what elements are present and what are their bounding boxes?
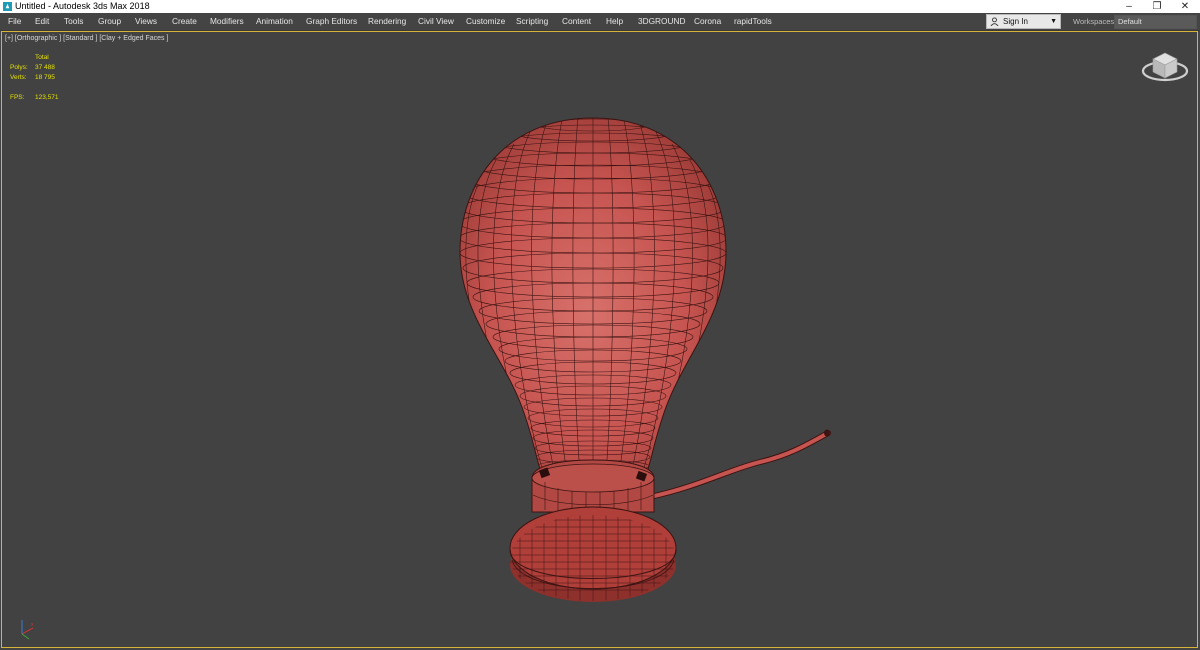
stats-fps-value: 123,571: [35, 94, 59, 101]
bulb-base: [509, 506, 677, 602]
axis-gizmo: x: [21, 620, 34, 640]
power-cord: [647, 429, 831, 500]
stats-verts-label: Verts:: [10, 74, 27, 81]
stats-polys-label: Polys:: [10, 64, 28, 71]
stats-total-header: Total: [35, 54, 49, 61]
stats-polys-value: 37 488: [35, 64, 55, 71]
viewcube[interactable]: [1141, 52, 1189, 82]
stats-verts-value: 18 795: [35, 74, 55, 81]
svg-text:x: x: [31, 622, 34, 628]
bulb-body: [459, 117, 727, 473]
bulb-socket: [531, 459, 655, 513]
scene-render: x: [21, 52, 1189, 640]
stats-fps-label: FPS:: [10, 94, 25, 101]
viewport-label[interactable]: [+] [Orthographic ] [Standard ] [Clay + …: [5, 34, 168, 43]
